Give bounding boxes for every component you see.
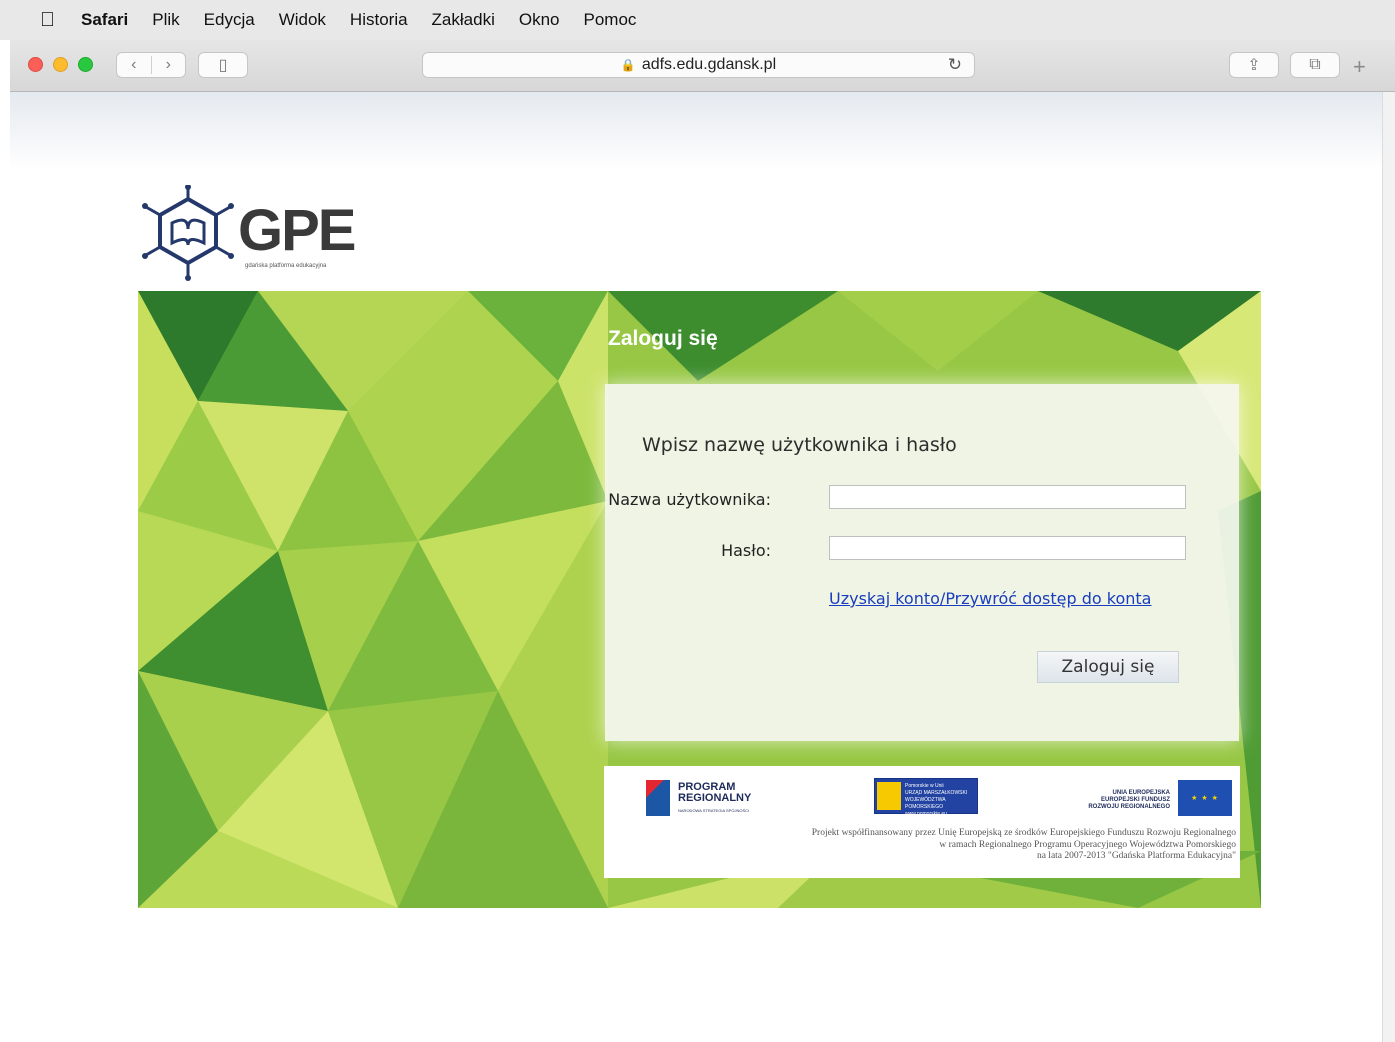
account-recovery-link[interactable]: Uzyskaj konto/Przywróć dostęp do konta <box>829 589 1151 608</box>
ue-line-3: ROZWOJU REGIONALNEGO <box>1088 804 1170 810</box>
program-regionalny-mark-icon <box>646 780 670 816</box>
funding-logos-strip: PROGRAM REGIONALNY NARODOWA STRATEGIA SP… <box>604 766 1240 878</box>
page-header-band <box>10 92 1382 170</box>
login-title: Zaloguj się <box>608 327 718 350</box>
menu-edycja[interactable]: Edycja <box>204 10 255 30</box>
address-bar[interactable]: 🔒 adfs.edu.gdansk.pl ↻ <box>422 52 975 78</box>
close-window-button[interactable] <box>28 57 43 72</box>
tab-overview-button[interactable]: ⧉ <box>1290 52 1340 78</box>
gpe-logo: GPE gdańska platforma edukacyjna <box>138 184 368 283</box>
pomorskie-crest-icon <box>877 782 901 810</box>
menu-historia[interactable]: Historia <box>350 10 408 30</box>
share-button[interactable]: ⇪ <box>1229 52 1279 78</box>
menu-okno[interactable]: Okno <box>519 10 560 30</box>
sidebar-icon: ▯ <box>218 57 228 74</box>
eu-logo: UNIA EUROPEJSKA EUROPEJSKI FUNDUSZ ROZWO… <box>1080 780 1232 820</box>
pomorskie-line-4: www.pomorskie.eu <box>905 811 947 817</box>
menu-zakladki[interactable]: Zakładki <box>432 10 495 30</box>
username-input[interactable] <box>829 485 1186 509</box>
program-regionalny-logo: PROGRAM REGIONALNY NARODOWA STRATEGIA SP… <box>646 780 796 820</box>
macos-menu-bar:  Safari Plik Edycja Widok Historia Zakł… <box>0 0 1395 40</box>
ue-line-2: EUROPEJSKI FUNDUSZ <box>1100 797 1170 803</box>
address-bar-url: adfs.edu.gdansk.pl <box>641 56 777 73</box>
funding-caption-line-3: na lata 2007-2013 "Gdańska Platforma Edu… <box>1036 851 1236 861</box>
logo-wordmark: GPE <box>238 198 356 263</box>
password-label: Hasło: <box>721 541 771 560</box>
funding-caption-line-1: Projekt współfinansowany przez Unię Euro… <box>811 828 1236 838</box>
menu-app-safari[interactable]: Safari <box>81 10 128 30</box>
funding-caption: Projekt współfinansowany przez Unię Euro… <box>656 828 1236 863</box>
web-page: GPE gdańska platforma edukacyjna Zaloguj… <box>10 92 1382 1042</box>
pomorskie-logo: Pomorskie w Unii URZĄD MARSZAŁKOWSKI WOJ… <box>874 778 978 817</box>
new-tab-icon[interactable]: + <box>1353 54 1366 80</box>
menu-plik[interactable]: Plik <box>152 10 179 30</box>
program-title-2: REGIONALNY <box>678 792 752 804</box>
login-submit-button[interactable]: Zaloguj się <box>1037 651 1179 683</box>
lock-icon: 🔒 <box>620 58 636 72</box>
logo-tagline: gdańska platforma edukacyjna <box>245 263 327 269</box>
program-subtitle: NARODOWA STRATEGIA SPÓJNOŚCI <box>678 808 750 813</box>
apple-menu-icon[interactable]:  <box>40 9 55 32</box>
back-icon[interactable]: ‹ <box>117 56 152 74</box>
page-scrollbar[interactable] <box>1382 92 1395 1042</box>
pomorskie-line-3: WOJEWÓDZTWA POMORSKIEGO <box>905 797 946 810</box>
minimize-window-button[interactable] <box>53 57 68 72</box>
nav-button-group: ‹ › <box>116 52 186 78</box>
funding-caption-line-2: w ramach Regionalnego Programu Operacyjn… <box>939 839 1236 850</box>
password-input[interactable] <box>829 536 1186 560</box>
ue-line-1: UNIA EUROPEJSKA <box>1112 790 1170 796</box>
menu-widok[interactable]: Widok <box>279 10 326 30</box>
login-heading: Wpisz nazwę użytkownika i hasło <box>642 434 957 456</box>
tabs-icon: ⧉ <box>1309 56 1321 73</box>
eu-flag-icon: ★ ★ ★ <box>1178 780 1232 816</box>
reload-icon[interactable]: ↻ <box>948 55 962 75</box>
share-icon: ⇪ <box>1247 57 1261 74</box>
login-hero-panel: Zaloguj się Wpisz nazwę użytkownika i ha… <box>138 291 1261 908</box>
login-form: Wpisz nazwę użytkownika i hasło Nazwa uż… <box>605 384 1239 741</box>
menu-pomoc[interactable]: Pomoc <box>584 10 637 30</box>
fullscreen-window-button[interactable] <box>78 57 93 72</box>
forward-icon[interactable]: › <box>152 56 186 74</box>
gpe-hexagon-icon <box>142 184 234 281</box>
sidebar-toggle-button[interactable]: ▯ <box>198 52 248 78</box>
browser-toolbar: ‹ › ▯ 🔒 adfs.edu.gdansk.pl ↻ ⇪ ⧉ + <box>10 40 1395 92</box>
pomorskie-line-1: Pomorskie w Unii <box>905 783 944 789</box>
username-label: Nazwa użytkownika: <box>608 490 771 509</box>
pomorskie-line-2: URZĄD MARSZAŁKOWSKI <box>905 790 968 796</box>
